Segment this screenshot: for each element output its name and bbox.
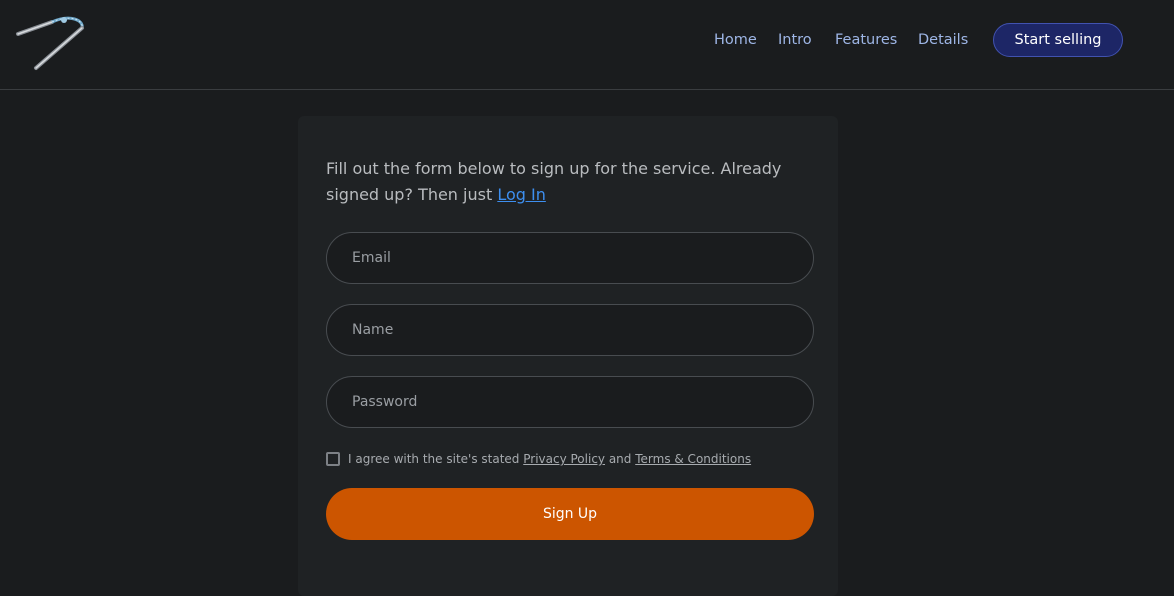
email-field[interactable]: Email	[326, 232, 814, 284]
signup-card: Fill out the form below to sign up for t…	[298, 116, 838, 596]
start-selling-button[interactable]: Start selling	[993, 23, 1123, 57]
name-field[interactable]: Name	[326, 304, 814, 356]
agree-text: I agree with the site's stated Privacy P…	[348, 451, 751, 467]
terms-link[interactable]: Terms & Conditions	[635, 452, 751, 466]
navbar: Home Intro Features Details Start sellin…	[0, 0, 1174, 90]
intro-text: Fill out the form below to sign up for t…	[326, 159, 782, 204]
agree-and: and	[605, 452, 636, 466]
nav-link-intro[interactable]: Intro	[778, 30, 812, 50]
login-link[interactable]: Log In	[497, 185, 546, 204]
password-field[interactable]: Password	[326, 376, 814, 428]
privacy-policy-link[interactable]: Privacy Policy	[523, 452, 605, 466]
nav-link-home[interactable]: Home	[714, 30, 757, 50]
nav-link-features[interactable]: Features	[835, 30, 897, 50]
nav-link-details[interactable]: Details	[918, 30, 968, 50]
agree-prefix: I agree with the site's stated	[348, 452, 524, 466]
signup-intro: Fill out the form below to sign up for t…	[326, 156, 816, 208]
sign-up-button[interactable]: Sign Up	[326, 488, 814, 540]
agree-checkbox[interactable]	[326, 452, 340, 466]
